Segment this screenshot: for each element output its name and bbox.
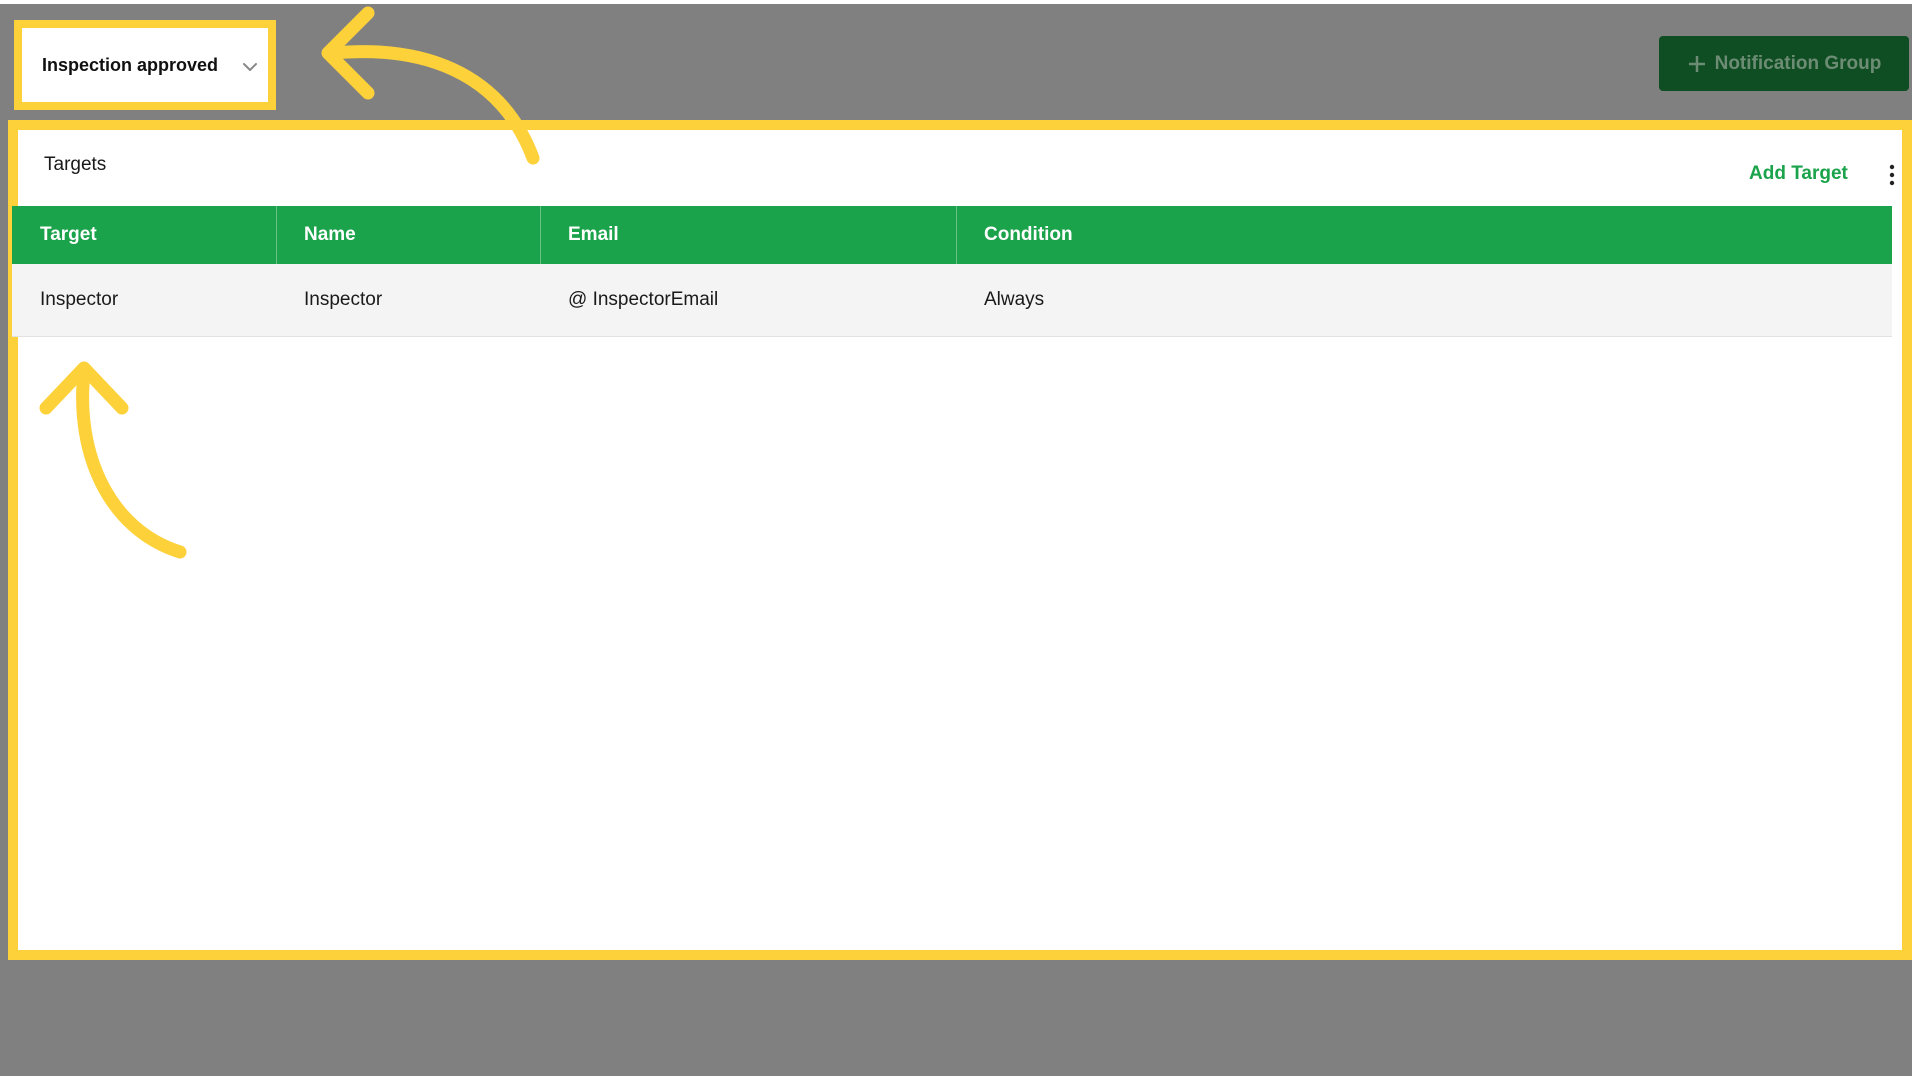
add-target-button[interactable]: Add Target xyxy=(1749,163,1848,185)
add-notification-group-button[interactable]: Notification Group xyxy=(1659,36,1909,91)
column-header-email[interactable]: Email xyxy=(540,206,956,264)
cell-name: Inspector xyxy=(304,289,383,310)
cell-email: @ InspectorEmail xyxy=(568,289,719,310)
plus-icon xyxy=(1688,55,1705,72)
panel-title: Targets xyxy=(44,154,107,175)
table-header: Target Name Email Condition xyxy=(12,206,1892,264)
cell-condition: Always xyxy=(984,289,1045,310)
kebab-menu-icon[interactable] xyxy=(1888,164,1896,186)
column-header-target[interactable]: Target xyxy=(12,206,276,264)
column-header-condition[interactable]: Condition xyxy=(956,206,1892,264)
event-dropdown[interactable]: Inspection approved xyxy=(14,20,276,110)
column-header-name[interactable]: Name xyxy=(276,206,540,264)
table-row[interactable]: Inspector Inspector @ InspectorEmail Alw… xyxy=(12,264,1892,337)
chevron-down-icon xyxy=(243,63,257,71)
cell-target: Inspector xyxy=(40,289,119,310)
event-dropdown-value: Inspection approved xyxy=(42,54,219,75)
notification-group-label: Notification Group xyxy=(1714,52,1882,74)
